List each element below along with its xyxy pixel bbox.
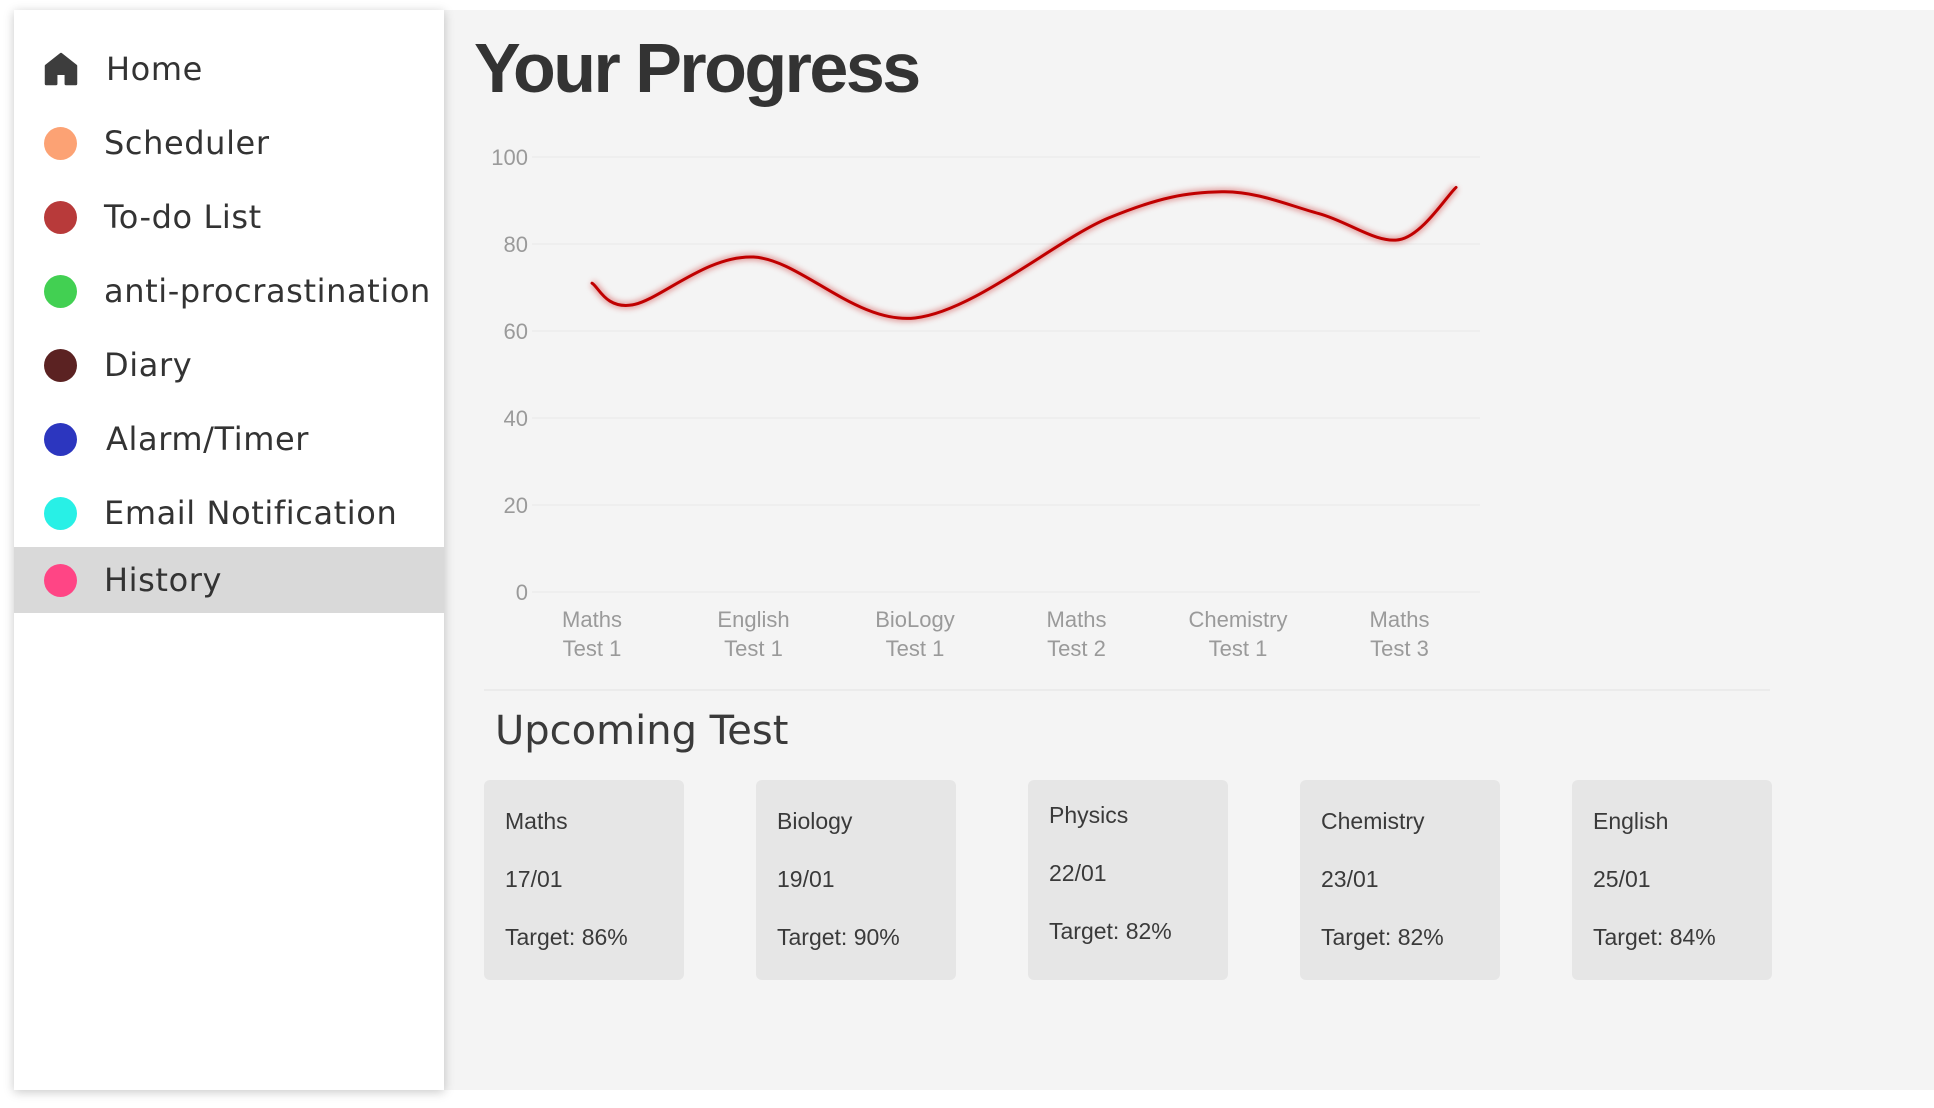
y-tick-label: 60 <box>504 319 528 344</box>
sidebar-item-history[interactable]: History <box>14 547 444 613</box>
test-card-maths[interactable]: Maths 17/01 Target: 86% <box>484 780 684 980</box>
sidebar-item-anti-procrastination[interactable]: anti-procrastination <box>14 258 444 324</box>
x-tick-label-line: Test 1 <box>1209 636 1268 661</box>
sidebar-item-alarm-timer[interactable]: Alarm/Timer <box>14 406 444 472</box>
chart-series <box>589 184 1459 322</box>
x-tick-label-line: Maths <box>562 607 622 632</box>
y-tick-label: 0 <box>516 580 528 605</box>
sidebar-item-diary[interactable]: Diary <box>14 332 444 398</box>
y-tick-label: 20 <box>504 493 528 518</box>
test-card-chemistry[interactable]: Chemistry 23/01 Target: 82% <box>1300 780 1500 980</box>
x-tick-label: Maths Test 3 <box>1370 607 1430 661</box>
x-axis: Maths Test 1English Test 1BioLogy Test 1Mat… <box>562 607 1429 661</box>
sidebar-item-email-notification[interactable]: Email Notification <box>14 480 444 546</box>
test-subject: English <box>1593 808 1669 834</box>
sidebar-item-to-do-list[interactable]: To-do List <box>14 184 444 250</box>
y-tick-label: 100 <box>491 145 528 170</box>
test-subject: Biology <box>777 808 853 834</box>
section-divider <box>484 689 1770 691</box>
sidebar-item-label: History <box>104 561 223 599</box>
x-tick-label-line: Maths <box>1370 607 1430 632</box>
test-subject: Chemistry <box>1321 808 1425 834</box>
test-card-biology[interactable]: Biology 19/01 Target: 90% <box>756 780 956 980</box>
dot-icon <box>44 348 77 382</box>
x-tick-label: Maths Test 2 <box>1047 607 1107 661</box>
sidebar-item-home[interactable]: Home <box>14 36 444 102</box>
test-target: Target: 82% <box>1049 918 1172 944</box>
test-subject: Maths <box>505 808 568 834</box>
sidebar: Home Scheduler To-do List anti-procrasti… <box>14 10 444 1090</box>
x-tick-label-line: Chemistry <box>1188 607 1287 632</box>
sidebar-item-label: Diary <box>104 346 193 384</box>
dot-icon <box>44 422 77 456</box>
progress-chart: 100806040200 Maths Test 1English Test 1Bio… <box>491 145 1480 661</box>
y-axis: 100 80 60 40 20 0 <box>491 145 528 605</box>
test-date: 19/01 <box>777 866 835 892</box>
y-tick-label: 80 <box>504 232 528 257</box>
test-date: 25/01 <box>1593 866 1651 892</box>
test-subject: Physics <box>1049 802 1129 828</box>
dot-icon <box>44 274 77 308</box>
sidebar-item-label: Alarm/Timer <box>106 420 310 458</box>
test-card-physics[interactable]: Physics 22/01 Target: 82% <box>1028 780 1228 980</box>
series-line-glow <box>589 184 1459 322</box>
series-line <box>590 185 1458 320</box>
upcoming-test-title: Upcoming Test <box>495 708 789 754</box>
sidebar-item-label: anti-procrastination <box>104 272 431 310</box>
dot-icon <box>44 563 77 597</box>
dot-icon <box>44 126 77 160</box>
sidebar-item-label: Email Notification <box>104 494 398 532</box>
x-tick-label-line: Test 1 <box>563 636 622 661</box>
test-date: 23/01 <box>1321 866 1379 892</box>
x-tick-label-line: Test 2 <box>1047 636 1106 661</box>
dot-icon <box>44 200 77 234</box>
x-tick-label-line: Test 1 <box>886 636 945 661</box>
sidebar-item-label: Scheduler <box>104 124 270 162</box>
test-target: Target: 90% <box>777 924 900 950</box>
x-tick-label-line: English <box>717 607 789 632</box>
test-card-english[interactable]: English 25/01 Target: 84% <box>1572 780 1772 980</box>
test-date: 17/01 <box>505 866 563 892</box>
sidebar-item-label: Home <box>106 50 203 88</box>
sidebar-item-label: To-do List <box>104 198 262 236</box>
home-icon <box>44 52 78 86</box>
x-tick-label: Chemistry Test 1 <box>1188 607 1287 661</box>
x-tick-label-line: Maths <box>1047 607 1107 632</box>
test-target: Target: 82% <box>1321 924 1444 950</box>
page-title: Your Progress <box>474 29 921 107</box>
sidebar-item-scheduler[interactable]: Scheduler <box>14 110 444 176</box>
test-date: 22/01 <box>1049 860 1107 886</box>
x-tick-label: English Test 1 <box>717 607 789 661</box>
test-target: Target: 84% <box>1593 924 1716 950</box>
x-tick-label-line: Test 3 <box>1370 636 1429 661</box>
x-tick-label: Maths Test 1 <box>562 607 622 661</box>
test-target: Target: 86% <box>505 924 628 950</box>
y-tick-label: 40 <box>504 406 528 431</box>
dot-icon <box>44 496 77 530</box>
x-tick-label-line: BioLogy <box>875 607 955 632</box>
x-tick-label-line: Test 1 <box>724 636 783 661</box>
home-icon-shape <box>44 52 78 86</box>
x-tick-label: BioLogy Test 1 <box>875 607 955 661</box>
